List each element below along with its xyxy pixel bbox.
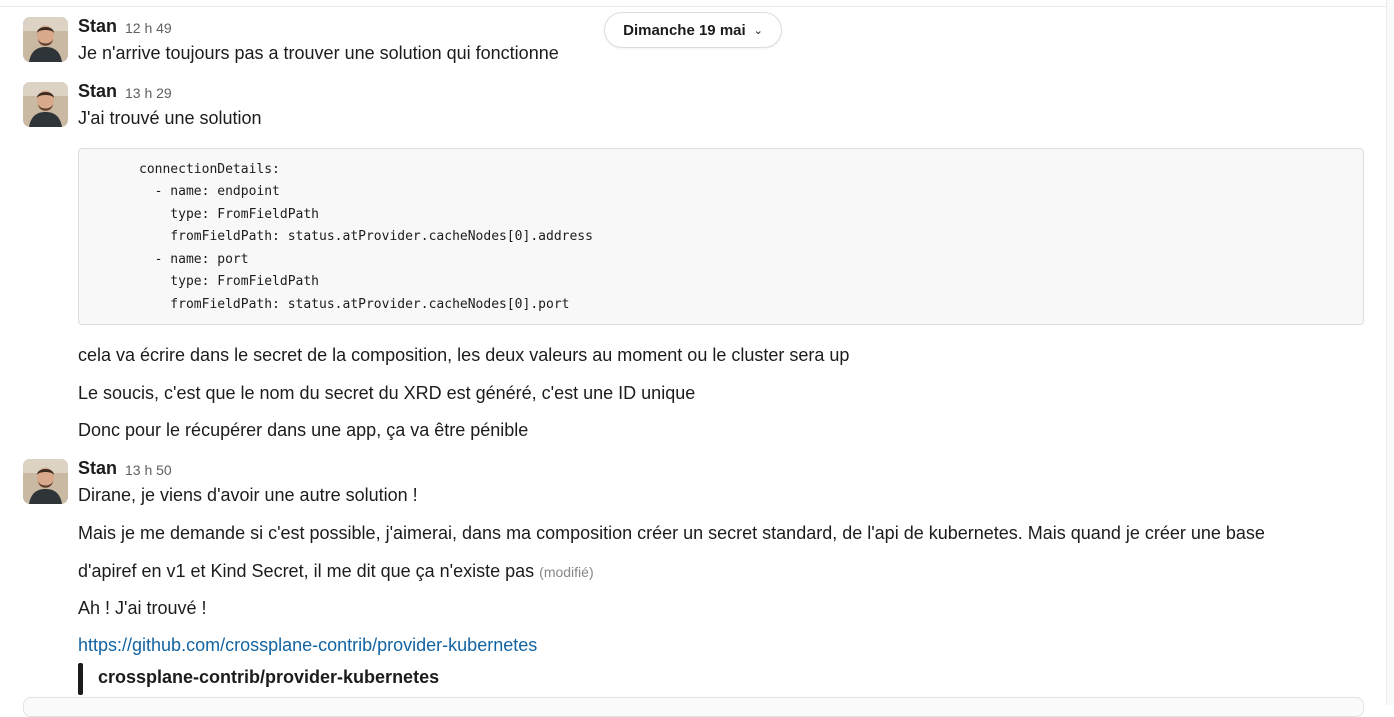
code-line: - name: port bbox=[139, 252, 249, 267]
date-divider-button[interactable]: Dimanche 19 mai ⌄ bbox=[604, 12, 782, 48]
message-text: cela va écrire dans le secret de la comp… bbox=[78, 345, 850, 365]
message-text: Je n'arrive toujours pas a trouver une s… bbox=[78, 43, 559, 63]
avatar[interactable] bbox=[23, 17, 68, 62]
code-line: - name: endpoint bbox=[139, 184, 280, 199]
message-timestamp[interactable]: 13 h 50 bbox=[125, 462, 172, 478]
code-line: fromFieldPath: status.atProvider.cacheNo… bbox=[139, 229, 593, 244]
code-line: fromFieldPath: status.atProvider.cacheNo… bbox=[139, 297, 570, 312]
github-link[interactable]: https://github.com/crossplane-contrib/pr… bbox=[78, 633, 537, 657]
message-author[interactable]: Stan bbox=[78, 16, 117, 37]
avatar[interactable] bbox=[23, 459, 68, 504]
unfurl-card bbox=[23, 697, 1364, 717]
unfurl-title[interactable]: crossplane-contrib/provider-kubernetes bbox=[98, 667, 439, 688]
message-text: d'apiref en v1 et Kind Secret, il me dit… bbox=[78, 559, 594, 584]
date-divider-label: Dimanche 19 mai bbox=[623, 21, 746, 39]
message-text: J'ai trouvé une solution bbox=[78, 108, 262, 128]
message-text: Dirane, je viens d'avoir une autre solut… bbox=[78, 485, 418, 505]
message-text: Ah ! J'ai trouvé ! bbox=[78, 598, 207, 618]
message-author[interactable]: Stan bbox=[78, 458, 117, 479]
edited-label: (modifié) bbox=[539, 564, 594, 580]
message-text: Mais je me demande si c'est possible, j'… bbox=[78, 523, 1265, 543]
scrollbar[interactable] bbox=[1386, 0, 1394, 705]
code-block: connectionDetails: - name: endpoint type… bbox=[78, 148, 1364, 325]
unfurl-accent-bar bbox=[78, 663, 83, 695]
top-divider bbox=[0, 6, 1394, 7]
message-text-content: d'apiref en v1 et Kind Secret, il me dit… bbox=[78, 561, 535, 581]
code-line: type: FromFieldPath bbox=[139, 207, 320, 222]
code-line: type: FromFieldPath bbox=[139, 274, 320, 289]
chevron-down-icon: ⌄ bbox=[753, 24, 763, 37]
message-timestamp[interactable]: 13 h 29 bbox=[125, 85, 172, 101]
code-line: connectionDetails: bbox=[139, 162, 280, 177]
message-author[interactable]: Stan bbox=[78, 81, 117, 102]
message-text: Donc pour le récupérer dans une app, ça … bbox=[78, 420, 529, 440]
message-text: Le soucis, c'est que le nom du secret du… bbox=[78, 383, 696, 403]
message-timestamp[interactable]: 12 h 49 bbox=[125, 20, 172, 36]
avatar[interactable] bbox=[23, 82, 68, 127]
